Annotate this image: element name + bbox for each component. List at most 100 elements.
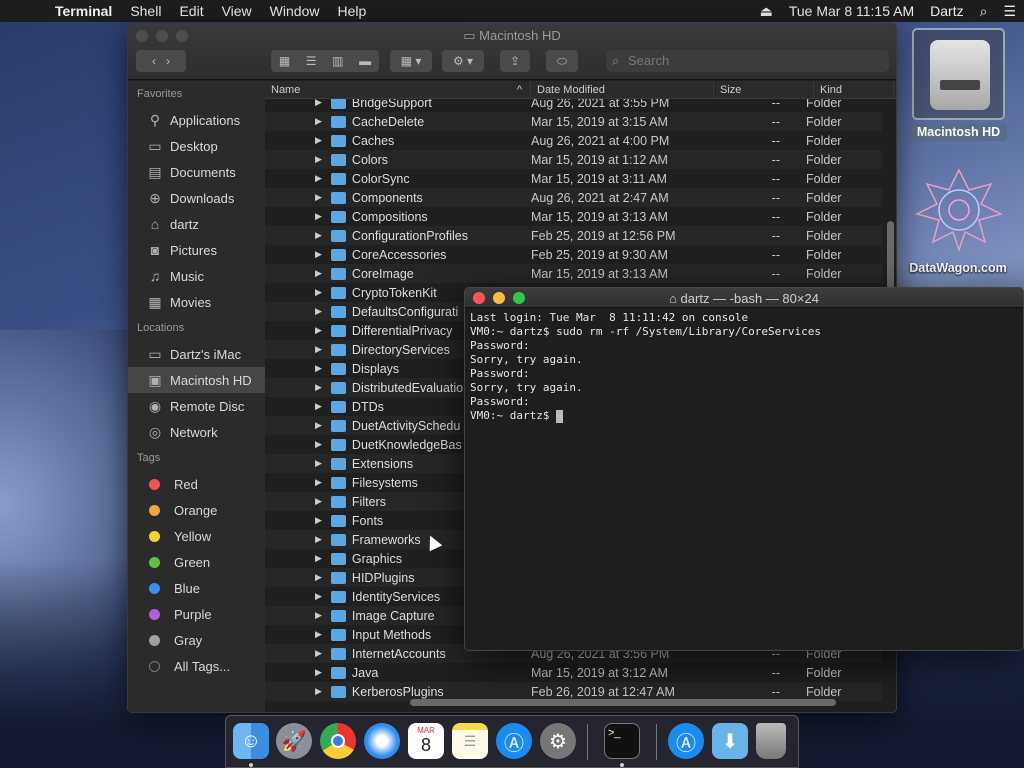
spotlight-icon[interactable]: ⌕ xyxy=(972,3,996,20)
disclosure-triangle-icon[interactable]: ▶ xyxy=(315,553,322,564)
disclosure-triangle-icon[interactable]: ▶ xyxy=(315,382,322,393)
sidebar-item-pictures[interactable]: ◙ Pictures xyxy=(128,237,265,263)
safari-compass-icon[interactable]: ✦ xyxy=(364,723,400,759)
downloads-folder-icon[interactable]: ⬇ xyxy=(712,723,748,759)
disclosure-triangle-icon[interactable]: ▶ xyxy=(315,496,322,507)
disclosure-triangle-icon[interactable]: ▶ xyxy=(315,629,322,640)
disclosure-triangle-icon[interactable]: ▶ xyxy=(315,268,322,279)
share-button[interactable]: ⇪ xyxy=(500,50,530,72)
disclosure-triangle-icon[interactable]: ▶ xyxy=(315,420,322,431)
forward-icon[interactable]: › xyxy=(166,54,170,68)
menu-window[interactable]: Window xyxy=(261,3,329,19)
trash-icon[interactable] xyxy=(756,723,786,759)
notification-center-icon[interactable]: ☰ xyxy=(995,3,1024,20)
table-row[interactable]: ▶ Compositions Mar 15, 2019 at 3:13 AM -- Fo… xyxy=(265,207,882,226)
sidebar-tag-orange[interactable]: Orange xyxy=(128,497,265,523)
menu-app-name[interactable]: Terminal xyxy=(46,3,121,19)
table-row[interactable]: ▶ CoreAccessories Feb 25, 2019 at 9:30 AM -… xyxy=(265,245,882,264)
calendar-dock-icon[interactable]: MAR 8 xyxy=(408,723,444,759)
disclosure-triangle-icon[interactable]: ▶ xyxy=(315,249,322,260)
sidebar-item-applications[interactable]: ⚲ Applications xyxy=(128,107,265,133)
sidebar-item-imac[interactable]: ▭ Dartz's iMac xyxy=(128,341,265,367)
table-row[interactable]: ▶ Components Aug 26, 2021 at 2:47 AM -- Fold… xyxy=(265,188,882,207)
sidebar-item-documents[interactable]: ▤ Documents xyxy=(128,159,265,185)
gallery-view-icon[interactable]: ▬ xyxy=(359,54,371,68)
sidebar-tag-gray[interactable]: Gray xyxy=(128,627,265,653)
disclosure-triangle-icon[interactable]: ▶ xyxy=(315,591,322,602)
list-view-icon[interactable]: ☰ xyxy=(306,54,317,68)
system-preferences-gear-icon[interactable]: ⚙ xyxy=(540,723,576,759)
disclosure-triangle-icon[interactable]: ▶ xyxy=(315,325,322,336)
disclosure-triangle-icon[interactable]: ▶ xyxy=(315,458,322,469)
terminal-titlebar[interactable]: ⌂ dartz — -bash — 80×24 xyxy=(465,288,1023,308)
menu-user[interactable]: Dartz xyxy=(922,3,971,19)
sidebar-tag-yellow[interactable]: Yellow xyxy=(128,523,265,549)
column-view-icon[interactable]: ▥ xyxy=(332,54,343,68)
menu-shell[interactable]: Shell xyxy=(121,3,170,19)
column-name[interactable]: Name ^ xyxy=(265,81,531,99)
disclosure-triangle-icon[interactable]: ▶ xyxy=(315,610,322,621)
sidebar-tag-blue[interactable]: Blue xyxy=(128,575,265,601)
table-row[interactable]: ▶ CoreImage Mar 15, 2019 at 3:13 AM -- Folde… xyxy=(265,264,882,283)
tag-button[interactable]: ⬭ xyxy=(546,50,578,72)
sidebar-item-downloads[interactable]: ⊕ Downloads xyxy=(128,185,265,211)
chrome-dock-icon[interactable] xyxy=(320,723,356,759)
disclosure-triangle-icon[interactable]: ▶ xyxy=(315,648,322,659)
menu-help[interactable]: Help xyxy=(328,3,375,19)
sidebar-item-music[interactable]: ♫ Music xyxy=(128,263,265,289)
view-mode-buttons[interactable]: ▦ ☰ ▥ ▬ xyxy=(271,50,379,72)
column-kind[interactable]: Kind xyxy=(814,81,894,99)
table-row[interactable]: ▶ Java Mar 15, 2019 at 3:12 AM -- Folder xyxy=(265,663,882,682)
sidebar-tag-purple[interactable]: Purple xyxy=(128,601,265,627)
table-row[interactable]: ▶ Colors Mar 15, 2019 at 1:12 AM -- Folder xyxy=(265,150,882,169)
desktop-macintosh-hd-icon[interactable] xyxy=(912,28,1005,120)
disclosure-triangle-icon[interactable]: ▶ xyxy=(315,477,322,488)
eject-icon[interactable]: ⏏ xyxy=(752,3,781,20)
sidebar-tag-red[interactable]: Red xyxy=(128,471,265,497)
notes-dock-icon[interactable]: ☰ xyxy=(452,723,488,759)
group-button[interactable]: ▦ ▾ xyxy=(390,50,432,72)
sidebar-item-home[interactable]: ⌂ dartz xyxy=(128,211,265,237)
disclosure-triangle-icon[interactable]: ▶ xyxy=(315,306,322,317)
column-date[interactable]: Date Modified xyxy=(531,81,714,99)
disclosure-triangle-icon[interactable]: ▶ xyxy=(315,211,322,222)
disclosure-triangle-icon[interactable]: ▶ xyxy=(315,686,322,697)
horizontal-scrollbar[interactable] xyxy=(410,699,836,706)
back-forward-buttons[interactable]: ‹ › xyxy=(136,50,186,72)
sidebar-all-tags[interactable]: All Tags... xyxy=(128,653,265,679)
disclosure-triangle-icon[interactable]: ▶ xyxy=(315,363,322,374)
table-row[interactable]: ▶ ColorSync Mar 15, 2019 at 3:11 AM -- Folde… xyxy=(265,169,882,188)
disclosure-triangle-icon[interactable]: ▶ xyxy=(315,154,322,165)
datawagon-logo-icon[interactable] xyxy=(914,168,1004,253)
launchpad-dock-icon[interactable]: 🚀 xyxy=(276,723,312,759)
table-row[interactable]: ▶ CacheDelete Mar 15, 2019 at 3:15 AM -- Fol… xyxy=(265,112,882,131)
disclosure-triangle-icon[interactable]: ▶ xyxy=(315,287,322,298)
desktop-datawagon-label[interactable]: DataWagon.com xyxy=(896,261,1020,275)
sidebar-item-movies[interactable]: ▦ Movies xyxy=(128,289,265,315)
menu-edit[interactable]: Edit xyxy=(170,3,212,19)
sidebar-item-network[interactable]: ◎ Network xyxy=(128,419,265,445)
sidebar-item-desktop[interactable]: ▭ Desktop xyxy=(128,133,265,159)
terminal-output[interactable]: Last login: Tue Mar 8 11:11:42 on consol… xyxy=(465,308,1023,426)
disclosure-triangle-icon[interactable]: ▶ xyxy=(315,135,322,146)
disclosure-triangle-icon[interactable]: ▶ xyxy=(315,515,322,526)
desktop-macintosh-hd-label[interactable]: Macintosh HD xyxy=(910,123,1007,141)
app-store-folder-icon[interactable]: Ⓐ xyxy=(668,723,704,759)
disclosure-triangle-icon[interactable]: ▶ xyxy=(315,667,322,678)
disclosure-triangle-icon[interactable]: ▶ xyxy=(315,192,322,203)
disclosure-triangle-icon[interactable]: ▶ xyxy=(315,116,322,127)
menu-view[interactable]: View xyxy=(213,3,261,19)
sidebar-tag-green[interactable]: Green xyxy=(128,549,265,575)
disclosure-triangle-icon[interactable]: ▶ xyxy=(315,534,322,545)
disclosure-triangle-icon[interactable]: ▶ xyxy=(315,572,322,583)
sidebar-item-remote-disc[interactable]: ◉ Remote Disc xyxy=(128,393,265,419)
search-field[interactable]: ⌕ Search xyxy=(606,50,889,72)
action-button[interactable]: ⚙ ▾ xyxy=(442,50,484,72)
finder-dock-icon[interactable]: ☺ xyxy=(233,723,269,759)
menu-clock[interactable]: Tue Mar 8 11:15 AM xyxy=(781,3,922,19)
terminal-dock-icon[interactable]: >_ xyxy=(604,723,640,759)
disclosure-triangle-icon[interactable]: ▶ xyxy=(315,230,322,241)
icon-view-icon[interactable]: ▦ xyxy=(279,54,290,68)
finder-titlebar[interactable]: ▭ Macintosh HD ‹ › ▦ ☰ ▥ ▬ ▦ ▾ ⚙ ▾ ⇪ ⬭ ⌕… xyxy=(128,24,896,80)
app-store-dock-icon[interactable]: Ⓐ xyxy=(496,723,532,759)
